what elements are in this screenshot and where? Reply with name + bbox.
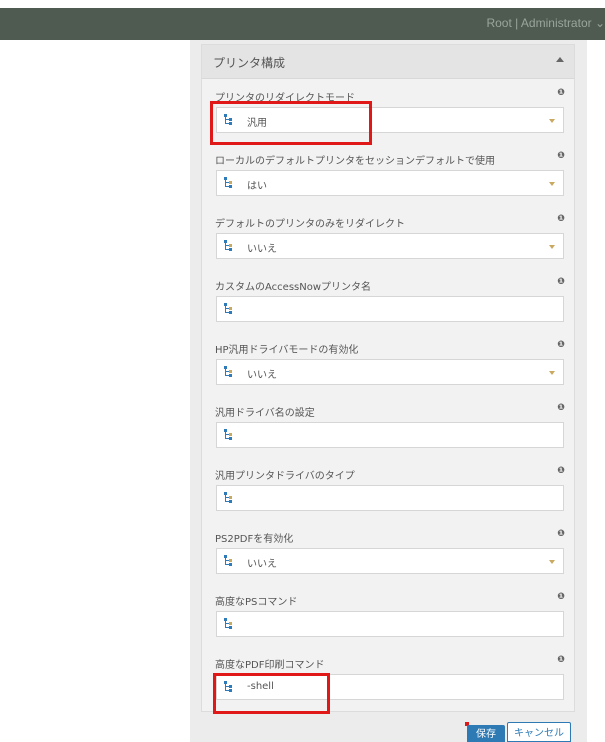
field-label: 高度なPSコマンド <box>215 597 298 608</box>
field-label: PS2PDFを有効化 <box>215 534 294 545</box>
field-label: HP汎用ドライバモードの有効化 <box>215 345 359 356</box>
panel-title: プリンタ構成 <box>213 56 286 70</box>
hierarchy-icon <box>224 366 232 377</box>
generic-driver-type-input[interactable] <box>216 485 564 511</box>
user-menu[interactable]: Root | Administrator ⌄ <box>486 16 605 30</box>
panel-header[interactable]: プリンタ構成 <box>202 45 574 79</box>
use-local-default-select[interactable]: はい <box>216 170 564 196</box>
select-value: いいえ <box>247 559 277 570</box>
info-icon[interactable]: ❶ <box>557 403 565 413</box>
field-label: デフォルトのプリンタのみをリダイレクト <box>215 219 405 230</box>
hierarchy-icon <box>224 618 232 629</box>
info-icon[interactable]: ❶ <box>557 277 565 287</box>
ps2pdf-select[interactable]: いいえ <box>216 548 564 574</box>
dropdown-caret-icon <box>549 119 555 123</box>
hierarchy-icon <box>224 555 232 566</box>
dropdown-caret-icon <box>549 371 555 375</box>
top-bar: Root | Administrator ⌄ <box>0 8 605 40</box>
highlight-box-pdf-command <box>213 673 330 714</box>
dropdown-caret-icon <box>549 245 555 249</box>
hp-driver-mode-select[interactable]: いいえ <box>216 359 564 385</box>
hierarchy-icon <box>224 429 232 440</box>
hierarchy-icon <box>224 240 232 251</box>
info-icon[interactable]: ❶ <box>557 151 565 161</box>
field-label: ローカルのデフォルトプリンタをセッションデフォルトで使用 <box>215 156 495 167</box>
highlight-box-redirect-mode <box>210 101 372 145</box>
select-value: いいえ <box>247 244 277 255</box>
field-label: 汎用プリンタドライバのタイプ <box>215 471 355 482</box>
dropdown-caret-icon <box>549 560 555 564</box>
field-label: カスタムのAccessNowプリンタ名 <box>215 282 372 293</box>
info-icon[interactable]: ❶ <box>557 655 565 665</box>
generic-driver-name-input[interactable] <box>216 422 564 448</box>
select-value: はい <box>247 181 267 192</box>
hierarchy-icon <box>224 177 232 188</box>
info-icon[interactable]: ❶ <box>557 340 565 350</box>
field-label: 汎用ドライバ名の設定 <box>215 408 315 419</box>
collapse-up-icon[interactable] <box>556 57 564 62</box>
dropdown-caret-icon <box>549 182 555 186</box>
save-button[interactable]: 保存 <box>467 725 505 742</box>
field-label: 高度なPDF印刷コマンド <box>215 660 325 671</box>
info-icon[interactable]: ❶ <box>557 466 565 476</box>
info-icon[interactable]: ❶ <box>557 529 565 539</box>
info-icon[interactable]: ❶ <box>557 592 565 602</box>
cancel-button[interactable]: キャンセル <box>507 722 571 742</box>
select-value: いいえ <box>247 370 277 381</box>
advanced-ps-command-input[interactable] <box>216 611 564 637</box>
hierarchy-icon <box>224 303 232 314</box>
default-only-select[interactable]: いいえ <box>216 233 564 259</box>
custom-printer-name-input[interactable] <box>216 296 564 322</box>
hierarchy-icon <box>224 492 232 503</box>
info-icon[interactable]: ❶ <box>557 214 565 224</box>
info-icon[interactable]: ❶ <box>557 88 565 98</box>
